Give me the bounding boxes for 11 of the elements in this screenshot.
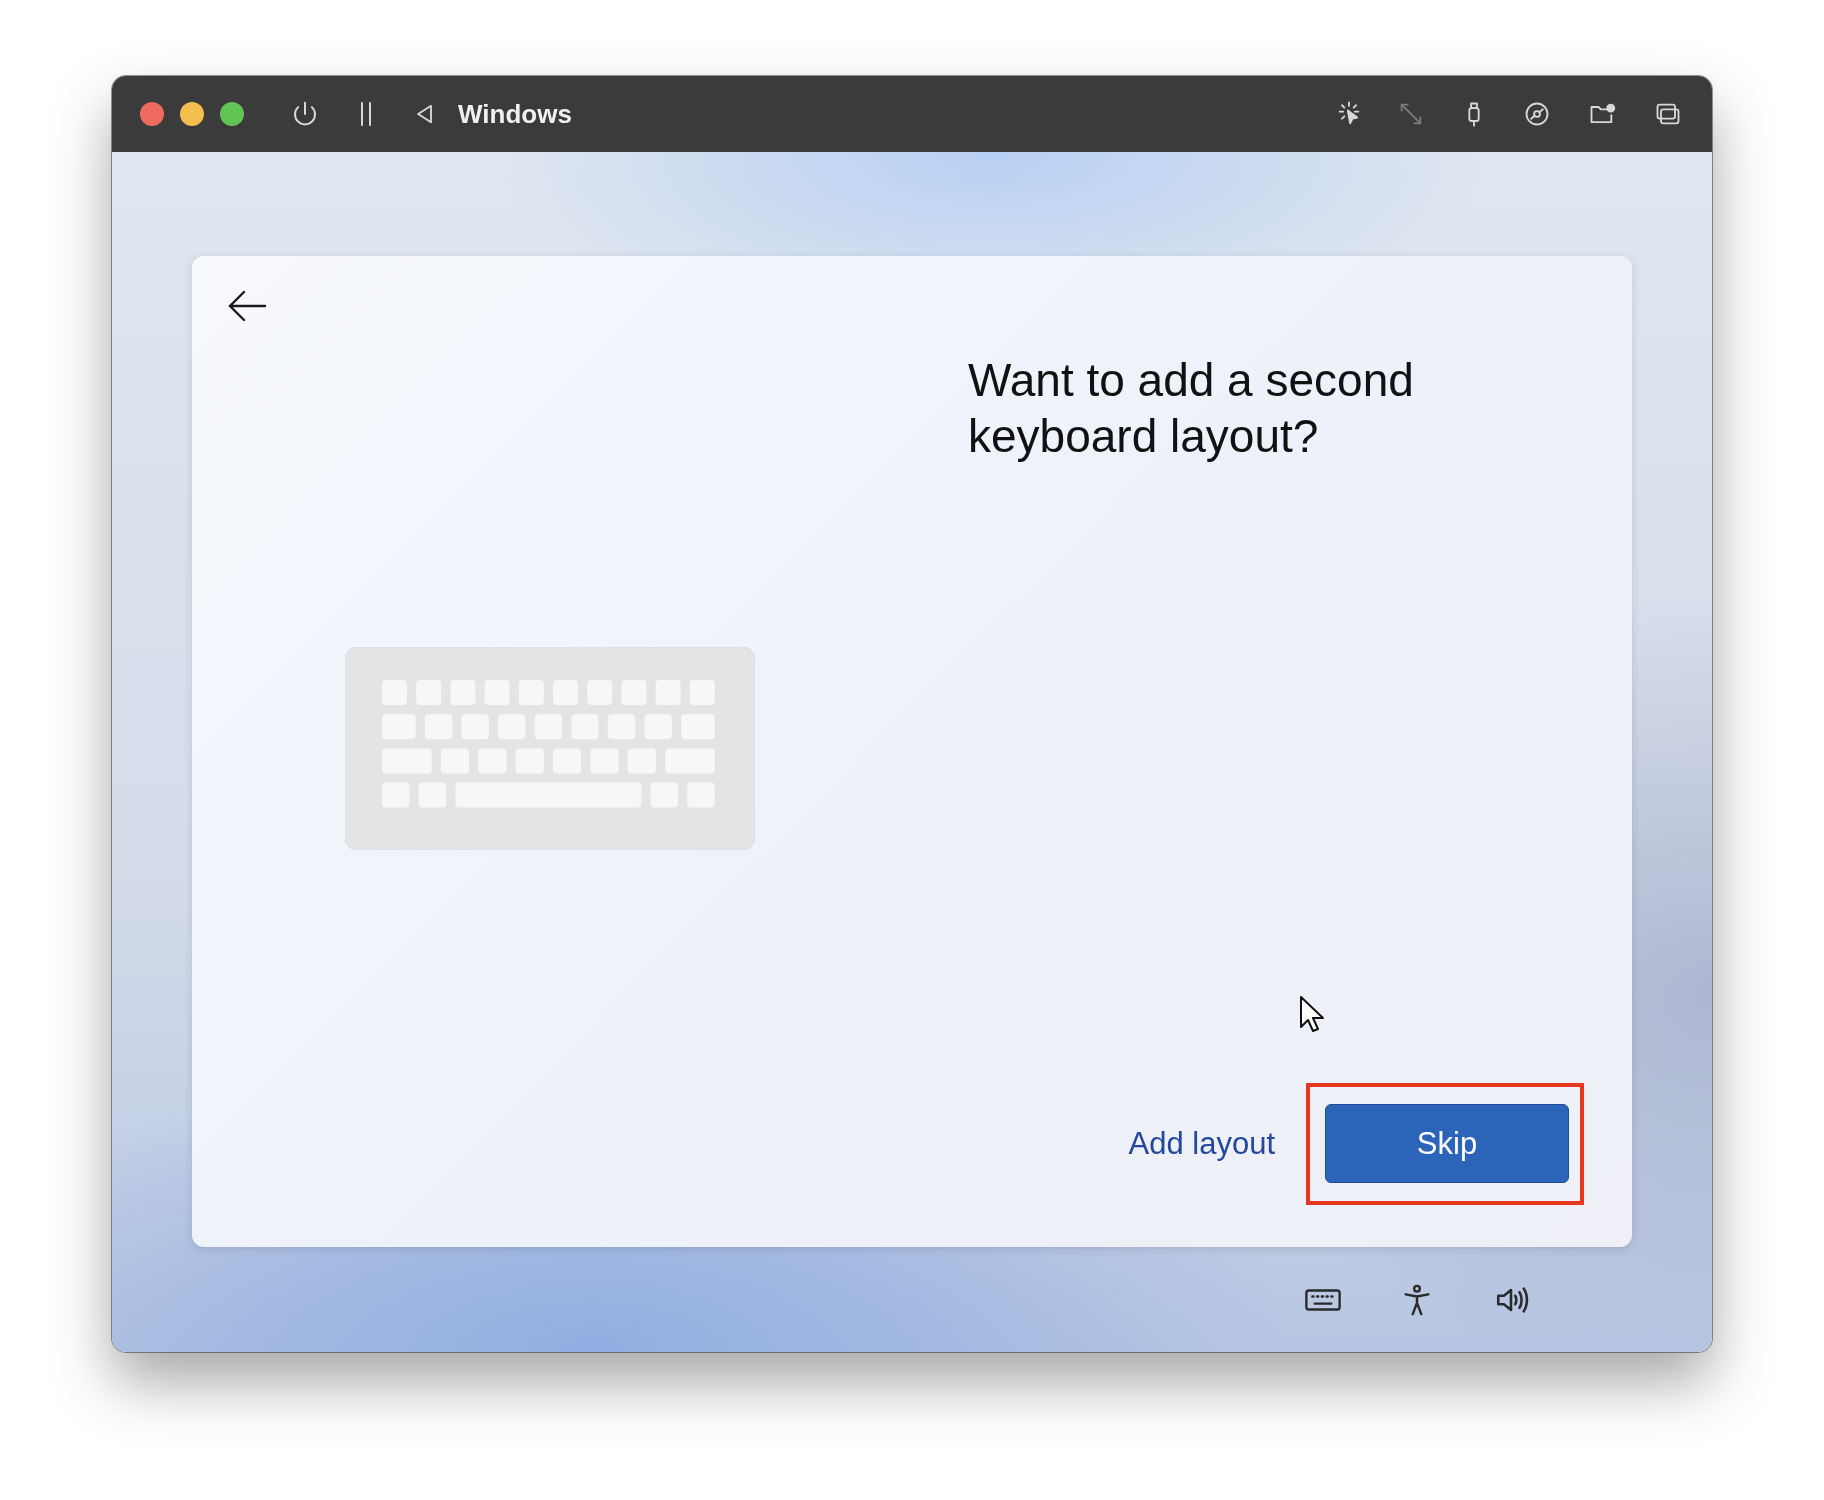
skip-button[interactable]: Skip bbox=[1325, 1104, 1569, 1183]
window-title: Windows bbox=[458, 98, 572, 130]
mouse-pointer-icon bbox=[1299, 995, 1325, 1033]
disc-icon bbox=[1523, 100, 1551, 128]
pause-icon bbox=[360, 101, 372, 127]
add-layout-link[interactable]: Add layout bbox=[1126, 1121, 1277, 1166]
close-button[interactable] bbox=[140, 102, 164, 126]
zoom-button[interactable] bbox=[220, 102, 244, 126]
page-heading: Want to add a second keyboard layout? bbox=[968, 353, 1415, 464]
back-arrow-icon bbox=[227, 290, 267, 322]
minimize-button[interactable] bbox=[180, 102, 204, 126]
